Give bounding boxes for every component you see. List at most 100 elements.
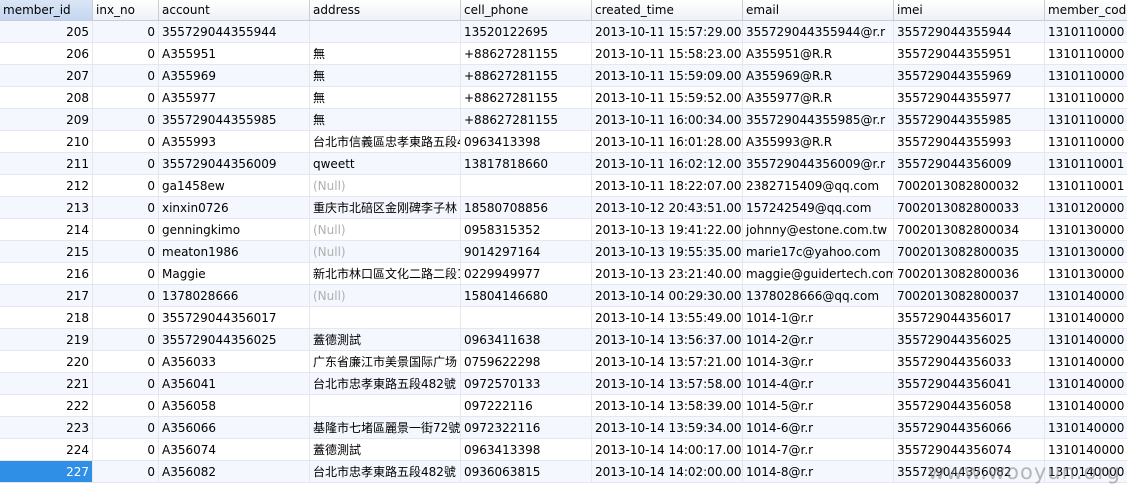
cell-account[interactable]: A355969 — [159, 65, 310, 87]
cell-inx-no[interactable]: 0 — [93, 197, 159, 219]
column-header-address[interactable]: address — [310, 0, 461, 20]
cell-email[interactable]: A355977@R.R — [743, 87, 894, 109]
table-row[interactable]: 213 0 xinxin0726 重庆市北碚区金刚碑李子林 18580708856 201… — [0, 197, 1127, 219]
cell-inx-no[interactable]: 0 — [93, 131, 159, 153]
cell-imei[interactable]: 355729044356009 — [894, 153, 1045, 175]
cell-imei[interactable]: 355729044356058 — [894, 395, 1045, 417]
column-header-created-time[interactable]: created_time — [592, 0, 743, 20]
cell-address[interactable]: 無 — [310, 65, 461, 87]
cell-address[interactable]: 广东省廉江市美景国际广场 — [310, 351, 461, 373]
table-row[interactable]: 211 0 355729044356009 qweett 13817818660 2013… — [0, 153, 1127, 175]
cell-member-id[interactable]: 208 — [0, 87, 93, 109]
column-header-member-id[interactable]: member_id — [0, 0, 93, 20]
data-grid[interactable]: member_id inx_no account address cell_phone c… — [0, 0, 1127, 490]
cell-imei[interactable]: 355729044355993 — [894, 131, 1045, 153]
column-header-member-code[interactable]: member_code — [1045, 0, 1127, 20]
cell-inx-no[interactable]: 0 — [93, 461, 159, 483]
cell-cell-phone[interactable]: 0963413398 — [461, 131, 592, 153]
cell-imei[interactable]: 355729044355977 — [894, 87, 1045, 109]
cell-account[interactable]: 355729044355985 — [159, 109, 310, 131]
cell-imei[interactable]: 355729044355944 — [894, 21, 1045, 43]
cell-cell-phone[interactable] — [461, 175, 592, 197]
cell-member-code[interactable]: 1310140000 — [1045, 329, 1127, 351]
cell-account[interactable]: genningkimo — [159, 219, 310, 241]
cell-email[interactable]: marie17c@yahoo.com — [743, 241, 894, 263]
table-row[interactable]: 210 0 A355993 台北市信義區忠孝東路五段4 0963413398 2013-1… — [0, 131, 1127, 153]
cell-member-id[interactable]: 222 — [0, 395, 93, 417]
cell-member-code[interactable]: 1310130000 — [1045, 241, 1127, 263]
cell-created-time[interactable]: 2013-10-14 13:58:39.000 — [592, 395, 743, 417]
cell-email[interactable]: 1014-3@r.r — [743, 351, 894, 373]
cell-address[interactable]: 蓋德測試 — [310, 329, 461, 351]
cell-member-id[interactable]: 212 — [0, 175, 93, 197]
cell-cell-phone[interactable]: 13520122695 — [461, 21, 592, 43]
cell-email[interactable]: 1014-2@r.r — [743, 329, 894, 351]
cell-cell-phone[interactable]: 0759622298 — [461, 351, 592, 373]
cell-member-code[interactable]: 1310110000 — [1045, 131, 1127, 153]
cell-created-time[interactable]: 2013-10-13 19:41:22.000 — [592, 219, 743, 241]
table-row[interactable]: 219 0 355729044356025 蓋德測試 0963411638 2013-10… — [0, 329, 1127, 351]
table-row[interactable]: 214 0 genningkimo (Null) 0958315352 2013-10-1… — [0, 219, 1127, 241]
cell-created-time[interactable]: 2013-10-14 14:02:00.000 — [592, 461, 743, 483]
cell-account[interactable]: A356058 — [159, 395, 310, 417]
cell-created-time[interactable]: 2013-10-11 15:58:23.000 — [592, 43, 743, 65]
cell-cell-phone[interactable] — [461, 307, 592, 329]
cell-email[interactable]: johnny@estone.com.tw — [743, 219, 894, 241]
cell-account[interactable]: 355729044356017 — [159, 307, 310, 329]
cell-account[interactable]: A356074 — [159, 439, 310, 461]
cell-created-time[interactable]: 2013-10-13 23:21:40.000 — [592, 263, 743, 285]
cell-member-code[interactable]: 1310140000 — [1045, 351, 1127, 373]
column-header-inx-no[interactable]: inx_no — [93, 0, 159, 20]
cell-cell-phone[interactable]: +88627281155 — [461, 109, 592, 131]
cell-cell-phone[interactable]: 0963413398 — [461, 439, 592, 461]
cell-member-code[interactable]: 1310110000 — [1045, 87, 1127, 109]
table-row[interactable]: 218 0 355729044356017 2013-10-14 13:55:49.0… — [0, 307, 1127, 329]
cell-imei[interactable]: 355729044356033 — [894, 351, 1045, 373]
table-row[interactable]: 215 0 meaton1986 (Null) 9014297164 2013-10-13… — [0, 241, 1127, 263]
cell-account[interactable]: 1378028666 — [159, 285, 310, 307]
table-row[interactable]: 216 0 Maggie 新北市林口區文化二路二段1 0229949977 2013-10… — [0, 263, 1127, 285]
cell-member-id[interactable]: 224 — [0, 439, 93, 461]
cell-account[interactable]: 355729044356025 — [159, 329, 310, 351]
cell-address[interactable] — [310, 21, 461, 43]
cell-inx-no[interactable]: 0 — [93, 373, 159, 395]
cell-address[interactable] — [310, 307, 461, 329]
cell-email[interactable]: maggie@guidertech.com — [743, 263, 894, 285]
cell-member-id[interactable]: 215 — [0, 241, 93, 263]
cell-account[interactable]: A356041 — [159, 373, 310, 395]
cell-imei[interactable]: 7002013082800033 — [894, 197, 1045, 219]
table-row[interactable]: 212 0 ga1458ew (Null) 2013-10-11 18:22:07.00… — [0, 175, 1127, 197]
cell-email[interactable]: A355993@R.R — [743, 131, 894, 153]
cell-address[interactable]: 無 — [310, 43, 461, 65]
cell-imei[interactable]: 355729044356041 — [894, 373, 1045, 395]
cell-cell-phone[interactable]: 0963411638 — [461, 329, 592, 351]
cell-member-id[interactable]: 223 — [0, 417, 93, 439]
cell-member-id[interactable]: 205 — [0, 21, 93, 43]
cell-inx-no[interactable]: 0 — [93, 417, 159, 439]
table-row[interactable]: 217 0 1378028666 (Null) 15804146680 2013-10-1… — [0, 285, 1127, 307]
cell-imei[interactable]: 355729044355985 — [894, 109, 1045, 131]
cell-cell-phone[interactable]: 0936063815 — [461, 461, 592, 483]
cell-member-code[interactable]: 1310140000 — [1045, 439, 1127, 461]
cell-account[interactable]: Maggie — [159, 263, 310, 285]
cell-member-id[interactable]: 218 — [0, 307, 93, 329]
cell-cell-phone[interactable]: +88627281155 — [461, 87, 592, 109]
cell-member-code[interactable]: 1310110001 — [1045, 153, 1127, 175]
cell-email[interactable]: 1378028666@qq.com — [743, 285, 894, 307]
cell-imei[interactable]: 355729044355951 — [894, 43, 1045, 65]
cell-imei[interactable]: 7002013082800037 — [894, 285, 1045, 307]
table-row[interactable]: 222 0 A356058 097222116 2013-10-14 13:58:39.… — [0, 395, 1127, 417]
cell-member-id[interactable]: 216 — [0, 263, 93, 285]
cell-address[interactable]: 重庆市北碚区金刚碑李子林 — [310, 197, 461, 219]
cell-member-code[interactable]: 1310110000 — [1045, 21, 1127, 43]
cell-inx-no[interactable]: 0 — [93, 21, 159, 43]
cell-account[interactable]: 355729044356009 — [159, 153, 310, 175]
cell-member-id[interactable]: 227 — [0, 461, 93, 483]
cell-cell-phone[interactable]: 13817818660 — [461, 153, 592, 175]
cell-member-code[interactable]: 1310110000 — [1045, 43, 1127, 65]
cell-imei[interactable]: 7002013082800036 — [894, 263, 1045, 285]
cell-created-time[interactable]: 2013-10-11 15:59:52.000 — [592, 87, 743, 109]
cell-imei[interactable]: 355729044356017 — [894, 307, 1045, 329]
cell-inx-no[interactable]: 0 — [93, 263, 159, 285]
cell-email[interactable]: 1014-7@r.r — [743, 439, 894, 461]
